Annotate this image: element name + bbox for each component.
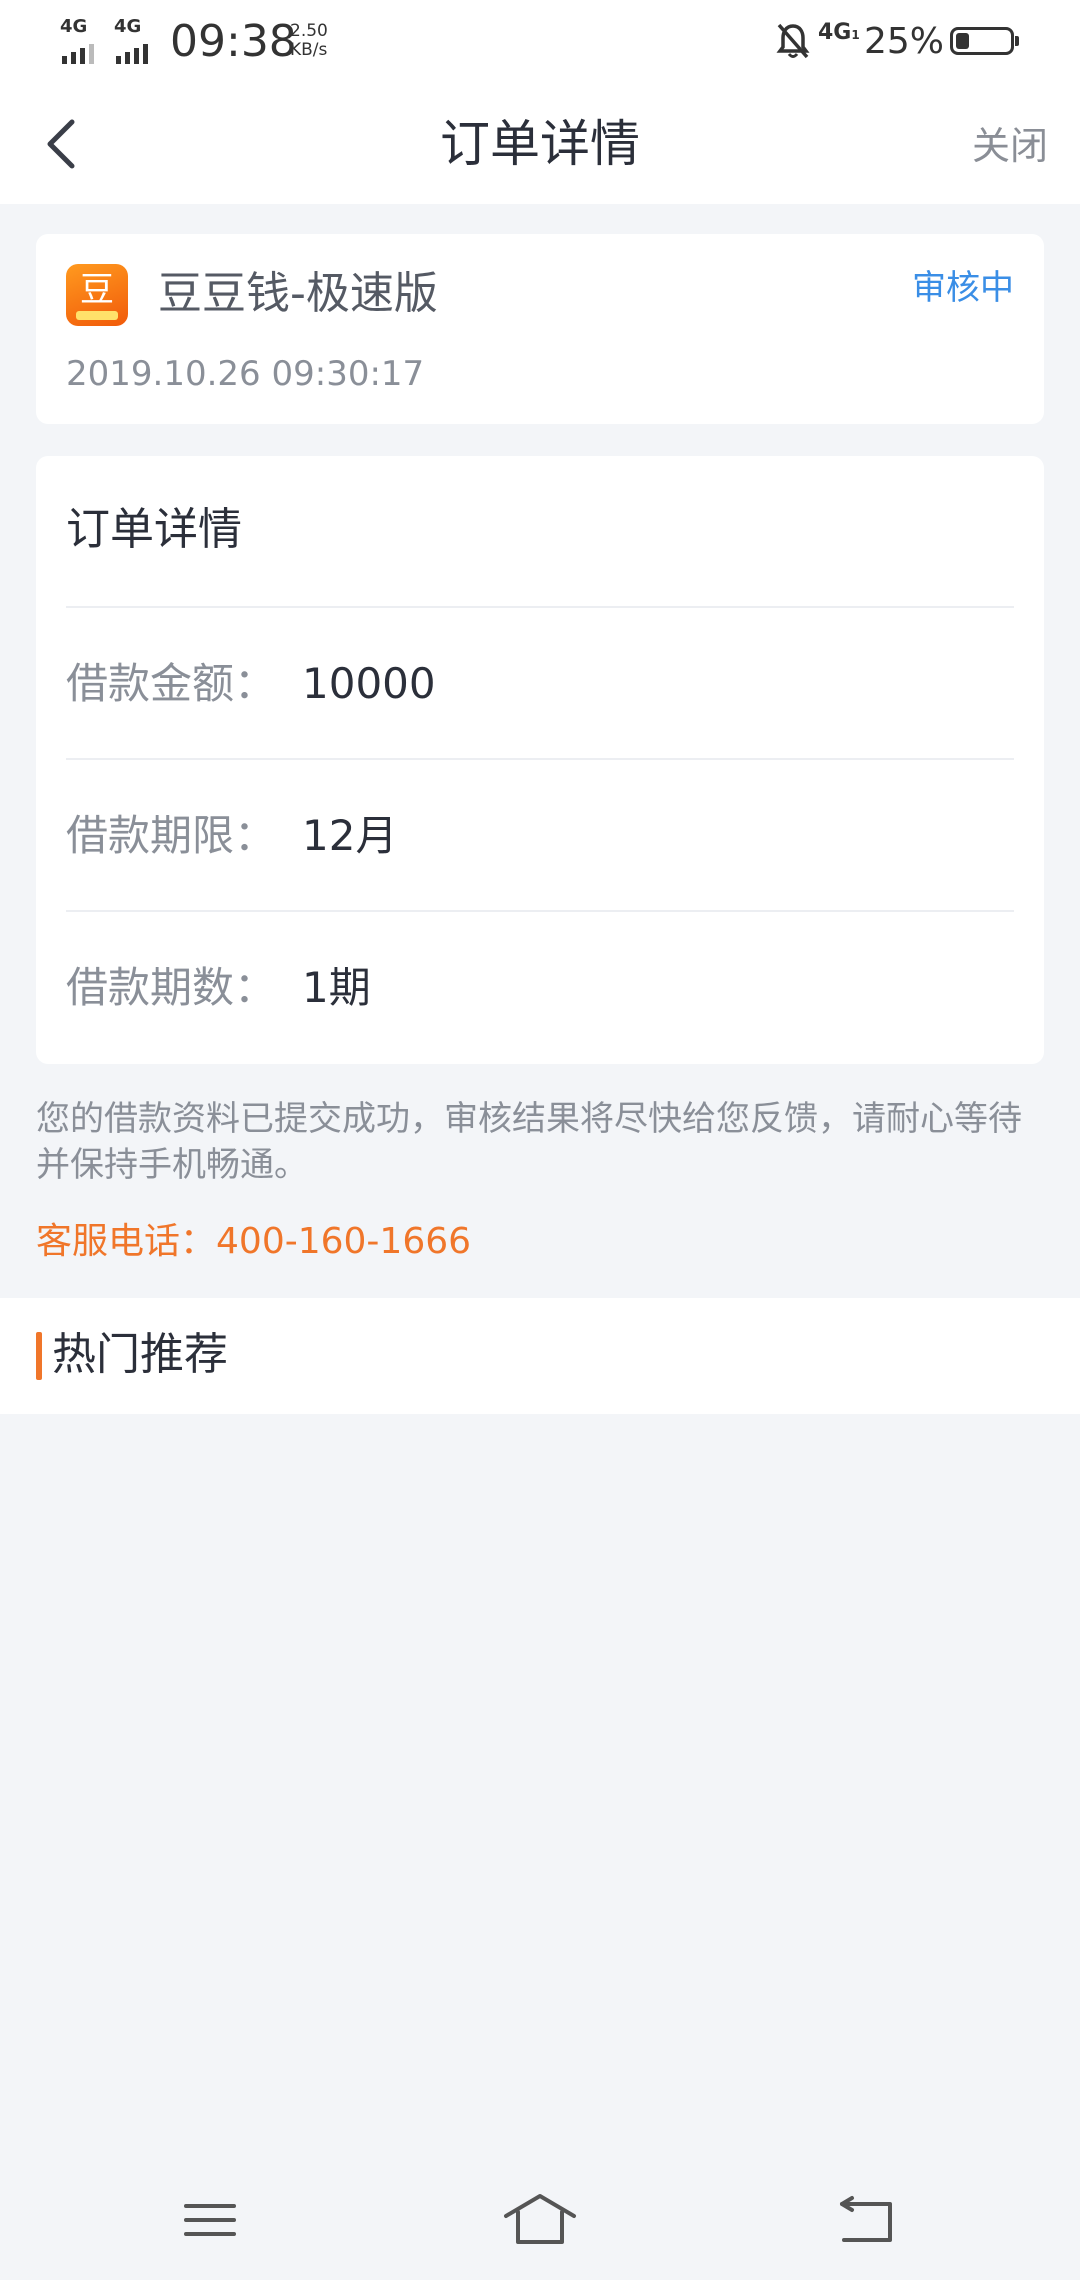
service-label: 客服电话： [36,1221,217,1262]
app-logo-glyph: 豆 [80,270,114,310]
app-logo: 豆 [66,264,128,326]
page-title: 订单详情 [440,115,640,173]
mute-bell-icon [776,22,810,64]
sim2-label: 4G [114,16,142,37]
order-timestamp: 2019.10.26 09:30:17 [66,354,425,394]
detail-value: 10000 [302,659,436,708]
speed-value: 2.50 [290,21,328,41]
detail-value: 1期 [302,963,371,1012]
sim1-label: 4G [60,16,88,37]
network-type: 4G1 [818,20,860,45]
submission-notice: 您的借款资料已提交成功，审核结果将尽快给您反馈，请耐心等待并保持手机畅通。 [36,1099,1022,1185]
section-title: 热门推荐 [52,1329,228,1380]
clock: 09:38 [170,16,297,67]
nav-bar: 订单详情 关闭 [0,84,1080,204]
home-icon[interactable] [500,2190,580,2250]
close-button[interactable]: 关闭 [972,122,1048,170]
status-bar: 4G 4G 09:38 2.50 KB/s 4G1 25% [0,0,1080,84]
detail-title: 订单详情 [66,504,242,555]
detail-row-term: 借款期限： 12月 [66,758,1014,912]
app-card[interactable]: 豆 豆豆钱-极速版 审核中 2019.10.26 09:30:17 [36,234,1044,424]
detail-row-amount: 借款金额： 10000 [66,606,1014,760]
battery-percent: 25% [864,21,945,62]
back-icon[interactable] [828,2190,908,2250]
speed-unit: KB/s [290,40,328,60]
signal-icon: 4G [114,18,164,64]
service-phone[interactable]: 客服电话：400-160-1666 [36,1218,471,1266]
battery-fill [956,33,969,49]
signal-icon: 4G [60,18,110,64]
network-speed: 2.50 KB/s [290,22,328,60]
app-name: 豆豆钱-极速版 [158,268,438,319]
network-label: 4G [818,20,852,45]
detail-value: 12月 [302,811,398,860]
status-badge: 审核中 [912,268,1014,308]
detail-label: 借款期限： [66,811,277,860]
detail-label: 借款期数： [66,963,277,1012]
hot-recommend-section: 热门推荐 [0,1298,1080,1414]
detail-label: 借款金额： [66,659,277,708]
section-accent-bar [36,1332,42,1380]
system-nav-bar [0,2160,1080,2280]
network-sub-label: 1 [851,28,860,42]
detail-row-periods: 借款期数： 1期 [66,910,1014,1064]
battery-icon [950,27,1019,55]
order-detail-card: 订单详情 借款金额： 10000 借款期限： 12月 借款期数： 1期 [36,456,1044,1064]
menu-icon[interactable] [170,2190,250,2250]
service-number[interactable]: 400-160-1666 [216,1221,471,1262]
